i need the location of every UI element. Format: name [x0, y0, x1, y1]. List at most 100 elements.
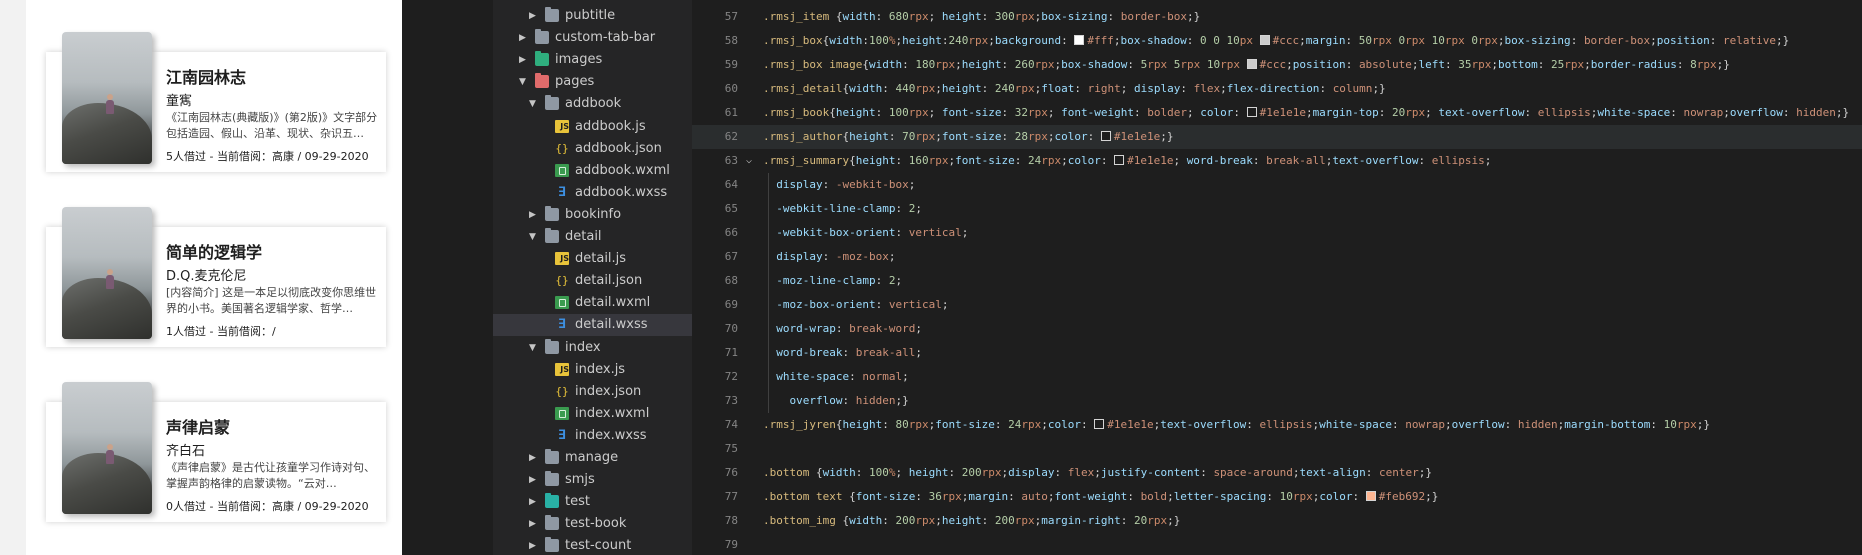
file-explorer: ▶ pubtitle ▶ custom-tab-bar ▶ images ▼ pages ▼ ad…	[493, 0, 692, 555]
code-editor[interactable]: 57 .rmsj_item {width: 680rpx; height: 300…	[692, 0, 1862, 555]
chevron-right-icon[interactable]: ▶	[519, 27, 526, 49]
book-author: D.Q.麦克伦尼	[166, 269, 247, 284]
code-line[interactable]: 72 white-space: normal;	[692, 365, 1862, 389]
tree-folder-detail[interactable]: ▼ detail	[493, 226, 692, 248]
chevron-right-icon[interactable]: ▶	[529, 491, 536, 513]
tree-item-label: index	[565, 339, 601, 355]
tree-folder-pages[interactable]: ▼ pages	[493, 71, 692, 93]
tree-file-index-wxss[interactable]: ∃ index.wxss	[493, 425, 692, 447]
tree-folder-test[interactable]: ▶ test	[493, 491, 692, 513]
tree-file-detail-wxml[interactable]: detail.wxml	[493, 292, 692, 314]
chevron-right-icon[interactable]: ▶	[529, 5, 536, 27]
code-line[interactable]: 64 display: -webkit-box;	[692, 173, 1862, 197]
code-line[interactable]: 63 ⌵ .rmsj_summary{height: 160rpx;font-siz…	[692, 149, 1862, 173]
test-folder-icon	[545, 493, 559, 509]
code-line[interactable]: 76 .bottom {width: 100%; height: 200rpx;d…	[692, 461, 1862, 485]
code-line[interactable]: 69 -moz-box-orient: vertical;	[692, 293, 1862, 317]
chevron-right-icon[interactable]: ▶	[529, 447, 536, 469]
code-line[interactable]: 78 .bottom_img {width: 200rpx;height: 200…	[692, 509, 1862, 533]
code-line[interactable]: 75	[692, 437, 1862, 461]
line-number: 74	[724, 418, 738, 431]
line-number: 59	[724, 58, 738, 71]
tree-folder-images[interactable]: ▶ images	[493, 49, 692, 71]
tree-folder-bookinfo[interactable]: ▶ bookinfo	[493, 204, 692, 226]
chevron-right-icon[interactable]: ▶	[529, 204, 536, 226]
code-line[interactable]: 61 .rmsj_book{height: 100rpx; font-size: …	[692, 101, 1862, 125]
tree-file-addbook-json[interactable]: {} addbook.json	[493, 138, 692, 160]
code-line[interactable]: 79	[692, 533, 1862, 555]
tree-folder-smjs[interactable]: ▶ smjs	[493, 469, 692, 491]
chevron-down-icon[interactable]: ▼	[529, 93, 536, 115]
tree-file-index-wxml[interactable]: index.wxml	[493, 403, 692, 425]
book-card[interactable]: 江南园林志 童寯 《江南园林志(典藏版)》(第2版)》文字部分包括造园、假山、沿…	[46, 32, 386, 172]
tree-folder-manage[interactable]: ▶ manage	[493, 447, 692, 469]
folder-icon	[545, 95, 559, 111]
book-cover-image	[62, 207, 152, 339]
wxss-file-icon: ∃	[558, 317, 566, 333]
book-card[interactable]: 声律启蒙 齐白石 《声律启蒙》是古代让孩童学习作诗对句、掌握声韵格律的启蒙读物。…	[46, 382, 386, 522]
line-number: 67	[724, 250, 738, 263]
book-author: 童寯	[166, 94, 193, 109]
folder-icon	[545, 537, 559, 553]
fold-chevron-icon[interactable]: ⌵	[746, 149, 752, 173]
tree-folder-addbook[interactable]: ▼ addbook	[493, 93, 692, 115]
tree-folder-pubtitle[interactable]: ▶ pubtitle	[493, 5, 692, 27]
chevron-down-icon[interactable]: ▼	[529, 226, 536, 248]
line-number: 79	[724, 538, 738, 551]
tree-file-index-js[interactable]: JS index.js	[493, 359, 692, 381]
chevron-down-icon[interactable]: ▼	[519, 71, 526, 93]
tree-item-label: detail.json	[575, 273, 643, 289]
panel-divider	[402, 0, 493, 555]
code-line[interactable]: 70 word-wrap: break-word;	[692, 317, 1862, 341]
chevron-right-icon[interactable]: ▶	[529, 469, 536, 491]
code-line[interactable]: 77 .bottom text {font-size: 36rpx;margin:…	[692, 485, 1862, 509]
line-number: 77	[724, 490, 738, 503]
code-line[interactable]: 62 .rmsj_author{height: 70rpx;font-size: …	[692, 125, 1862, 149]
tree-file-addbook-wxml[interactable]: addbook.wxml	[493, 160, 692, 182]
tree-file-detail-json[interactable]: {} detail.json	[493, 270, 692, 292]
tree-folder-test-book[interactable]: ▶ test-book	[493, 513, 692, 535]
code-line[interactable]: 67 display: -moz-box;	[692, 245, 1862, 269]
book-author: 齐白石	[166, 444, 206, 459]
code-line[interactable]: 71 word-break: break-all;	[692, 341, 1862, 365]
line-number: 58	[724, 34, 738, 47]
folder-icon	[545, 338, 559, 354]
line-number: 61	[724, 106, 738, 119]
tree-file-detail-wxss[interactable]: ∃ detail.wxss	[493, 314, 692, 337]
code-line[interactable]: 73 overflow: hidden;}	[692, 389, 1862, 413]
tree-item-label: pubtitle	[565, 8, 616, 23]
code-line[interactable]: 68 -moz-line-clamp: 2;	[692, 269, 1862, 293]
code-line[interactable]: 74 .rmsj_jyren{height: 80rpx;font-size: 2…	[692, 413, 1862, 437]
line-number: 60	[724, 82, 738, 95]
book-borrow-info: 5人借过 - 当前借阅：高康 / 09-29-2020	[166, 150, 369, 163]
code-line[interactable]: 65 -webkit-line-clamp: 2;	[692, 197, 1862, 221]
tree-item-label: addbook.json	[575, 140, 662, 156]
tree-file-addbook-js[interactable]: JS addbook.js	[493, 116, 692, 138]
image-folder-icon	[535, 51, 549, 67]
chevron-right-icon[interactable]: ▶	[529, 513, 536, 535]
json-file-icon: {}	[555, 384, 569, 398]
code-line[interactable]: 66 -webkit-box-orient: vertical;	[692, 221, 1862, 245]
chevron-right-icon[interactable]: ▶	[519, 49, 526, 71]
tree-folder-test-count[interactable]: ▶ test-count	[493, 535, 692, 555]
tree-folder-index[interactable]: ▼ index	[493, 337, 692, 359]
code-text: -webkit-line-clamp: 2;	[776, 202, 922, 215]
chevron-right-icon[interactable]: ▶	[529, 535, 536, 555]
chevron-down-icon[interactable]: ▼	[529, 337, 536, 359]
code-line[interactable]: 57 .rmsj_item {width: 680rpx; height: 300…	[692, 5, 1862, 29]
tree-file-index-json[interactable]: {} index.json	[493, 381, 692, 403]
code-text: .rmsj_summary{height: 160rpx;font-size: …	[763, 154, 1492, 167]
tree-item-label: images	[555, 52, 603, 68]
tree-item-label: detail.js	[575, 251, 627, 267]
code-line[interactable]: 60 .rmsj_detail{width: 440rpx;height: 240…	[692, 77, 1862, 101]
tree-file-detail-js[interactable]: JS detail.js	[493, 248, 692, 270]
code-line[interactable]: 58 .rmsj_box{width:100%;height:240rpx;bac…	[692, 29, 1862, 53]
tree-item-label: addbook.js	[575, 118, 646, 134]
book-card[interactable]: 简单的逻辑学 D.Q.麦克伦尼 [内容简介] 这是一本足以彻底改变你思维世界的小…	[46, 207, 386, 347]
book-summary: 《声律启蒙》是古代让孩童学习作诗对句、掌握声韵格律的启蒙读物。“云对…	[166, 461, 375, 490]
folder-icon	[545, 449, 559, 464]
book-summary: [内容简介] 这是一本足以彻底改变你思维世界的小书。美国著名逻辑学家、哲学…	[166, 286, 377, 315]
tree-folder-custom-tab-bar[interactable]: ▶ custom-tab-bar	[493, 27, 692, 49]
tree-file-addbook-wxss[interactable]: ∃ addbook.wxss	[493, 182, 692, 204]
code-line[interactable]: 59 .rmsj_box image{width: 180rpx;height: …	[692, 53, 1862, 77]
